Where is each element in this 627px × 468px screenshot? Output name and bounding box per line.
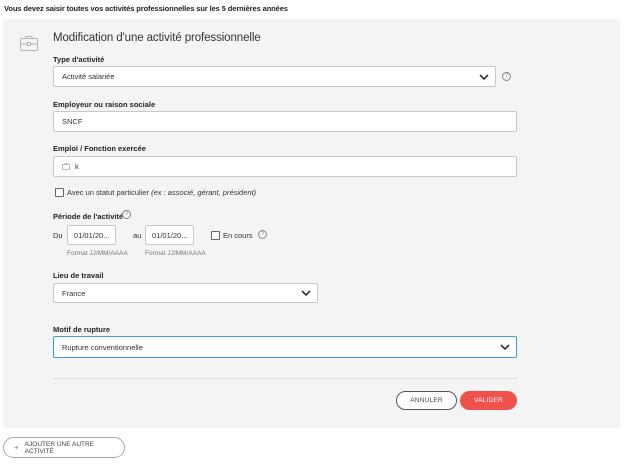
cancel-button[interactable]: ANNULER bbox=[396, 391, 457, 410]
special-status-hint: (ex : associé, gérant, président) bbox=[151, 188, 257, 197]
activity-type-select[interactable]: Activité salariée bbox=[53, 66, 496, 87]
date-start-input[interactable]: 01/01/20... bbox=[67, 225, 116, 245]
special-status-checkbox[interactable] bbox=[55, 188, 64, 197]
help-icon[interactable]: ? bbox=[258, 230, 267, 239]
workplace-select[interactable]: France bbox=[53, 283, 318, 303]
workplace-value: France bbox=[62, 288, 86, 298]
activity-type-value: Activité salariée bbox=[62, 72, 115, 81]
special-status-label: Avec un statut particulier (ex : associé… bbox=[67, 188, 257, 197]
briefcase-icon bbox=[62, 163, 70, 170]
job-input[interactable]: k bbox=[53, 156, 517, 177]
workplace-label: Lieu de travail bbox=[53, 271, 104, 280]
employer-value: SNCF bbox=[62, 117, 83, 126]
form-title: Modification d'une activité professionne… bbox=[53, 32, 261, 44]
employer-label: Employeur ou raison sociale bbox=[53, 100, 156, 109]
help-icon[interactable]: ? bbox=[122, 210, 131, 219]
date-from-label: Du bbox=[53, 231, 63, 240]
help-icon[interactable]: ? bbox=[502, 72, 511, 81]
activity-type-label: Type d'activité bbox=[53, 55, 105, 64]
employer-input[interactable]: SNCF bbox=[53, 111, 517, 132]
date-to-label: au bbox=[133, 231, 142, 240]
date-format-hint: Format JJ/MM/AAAA bbox=[145, 250, 206, 257]
date-end-input[interactable]: 01/01/20... bbox=[145, 225, 194, 245]
chevron-down-icon bbox=[500, 344, 510, 351]
divider bbox=[53, 378, 517, 379]
job-value: k bbox=[75, 162, 79, 171]
add-activity-button[interactable]: + AJOUTER UNE AUTRE ACTIVITÉ bbox=[3, 437, 125, 458]
chevron-down-icon bbox=[301, 290, 311, 297]
plus-icon: + bbox=[14, 443, 19, 452]
job-label: Emploi / Fonction exercée bbox=[53, 144, 146, 153]
ongoing-checkbox[interactable] bbox=[211, 231, 220, 240]
chevron-down-icon bbox=[479, 73, 489, 80]
termination-reason-value: Rupture conventionnelle bbox=[62, 342, 143, 352]
termination-reason-label: Motif de rupture bbox=[53, 325, 111, 334]
briefcase-icon bbox=[20, 36, 38, 51]
period-label: Période de l'activité bbox=[53, 212, 124, 221]
ongoing-label: En cours bbox=[223, 231, 253, 240]
validate-button[interactable]: VALIDER bbox=[460, 391, 517, 410]
termination-reason-select[interactable]: Rupture conventionnelle bbox=[53, 336, 517, 358]
add-activity-label: AJOUTER UNE AUTRE ACTIVITÉ bbox=[24, 440, 95, 455]
notice-text: Vous devez saisir toutes vos activités p… bbox=[4, 4, 288, 13]
date-format-hint: Format JJ/MM/AAAA bbox=[67, 250, 128, 257]
